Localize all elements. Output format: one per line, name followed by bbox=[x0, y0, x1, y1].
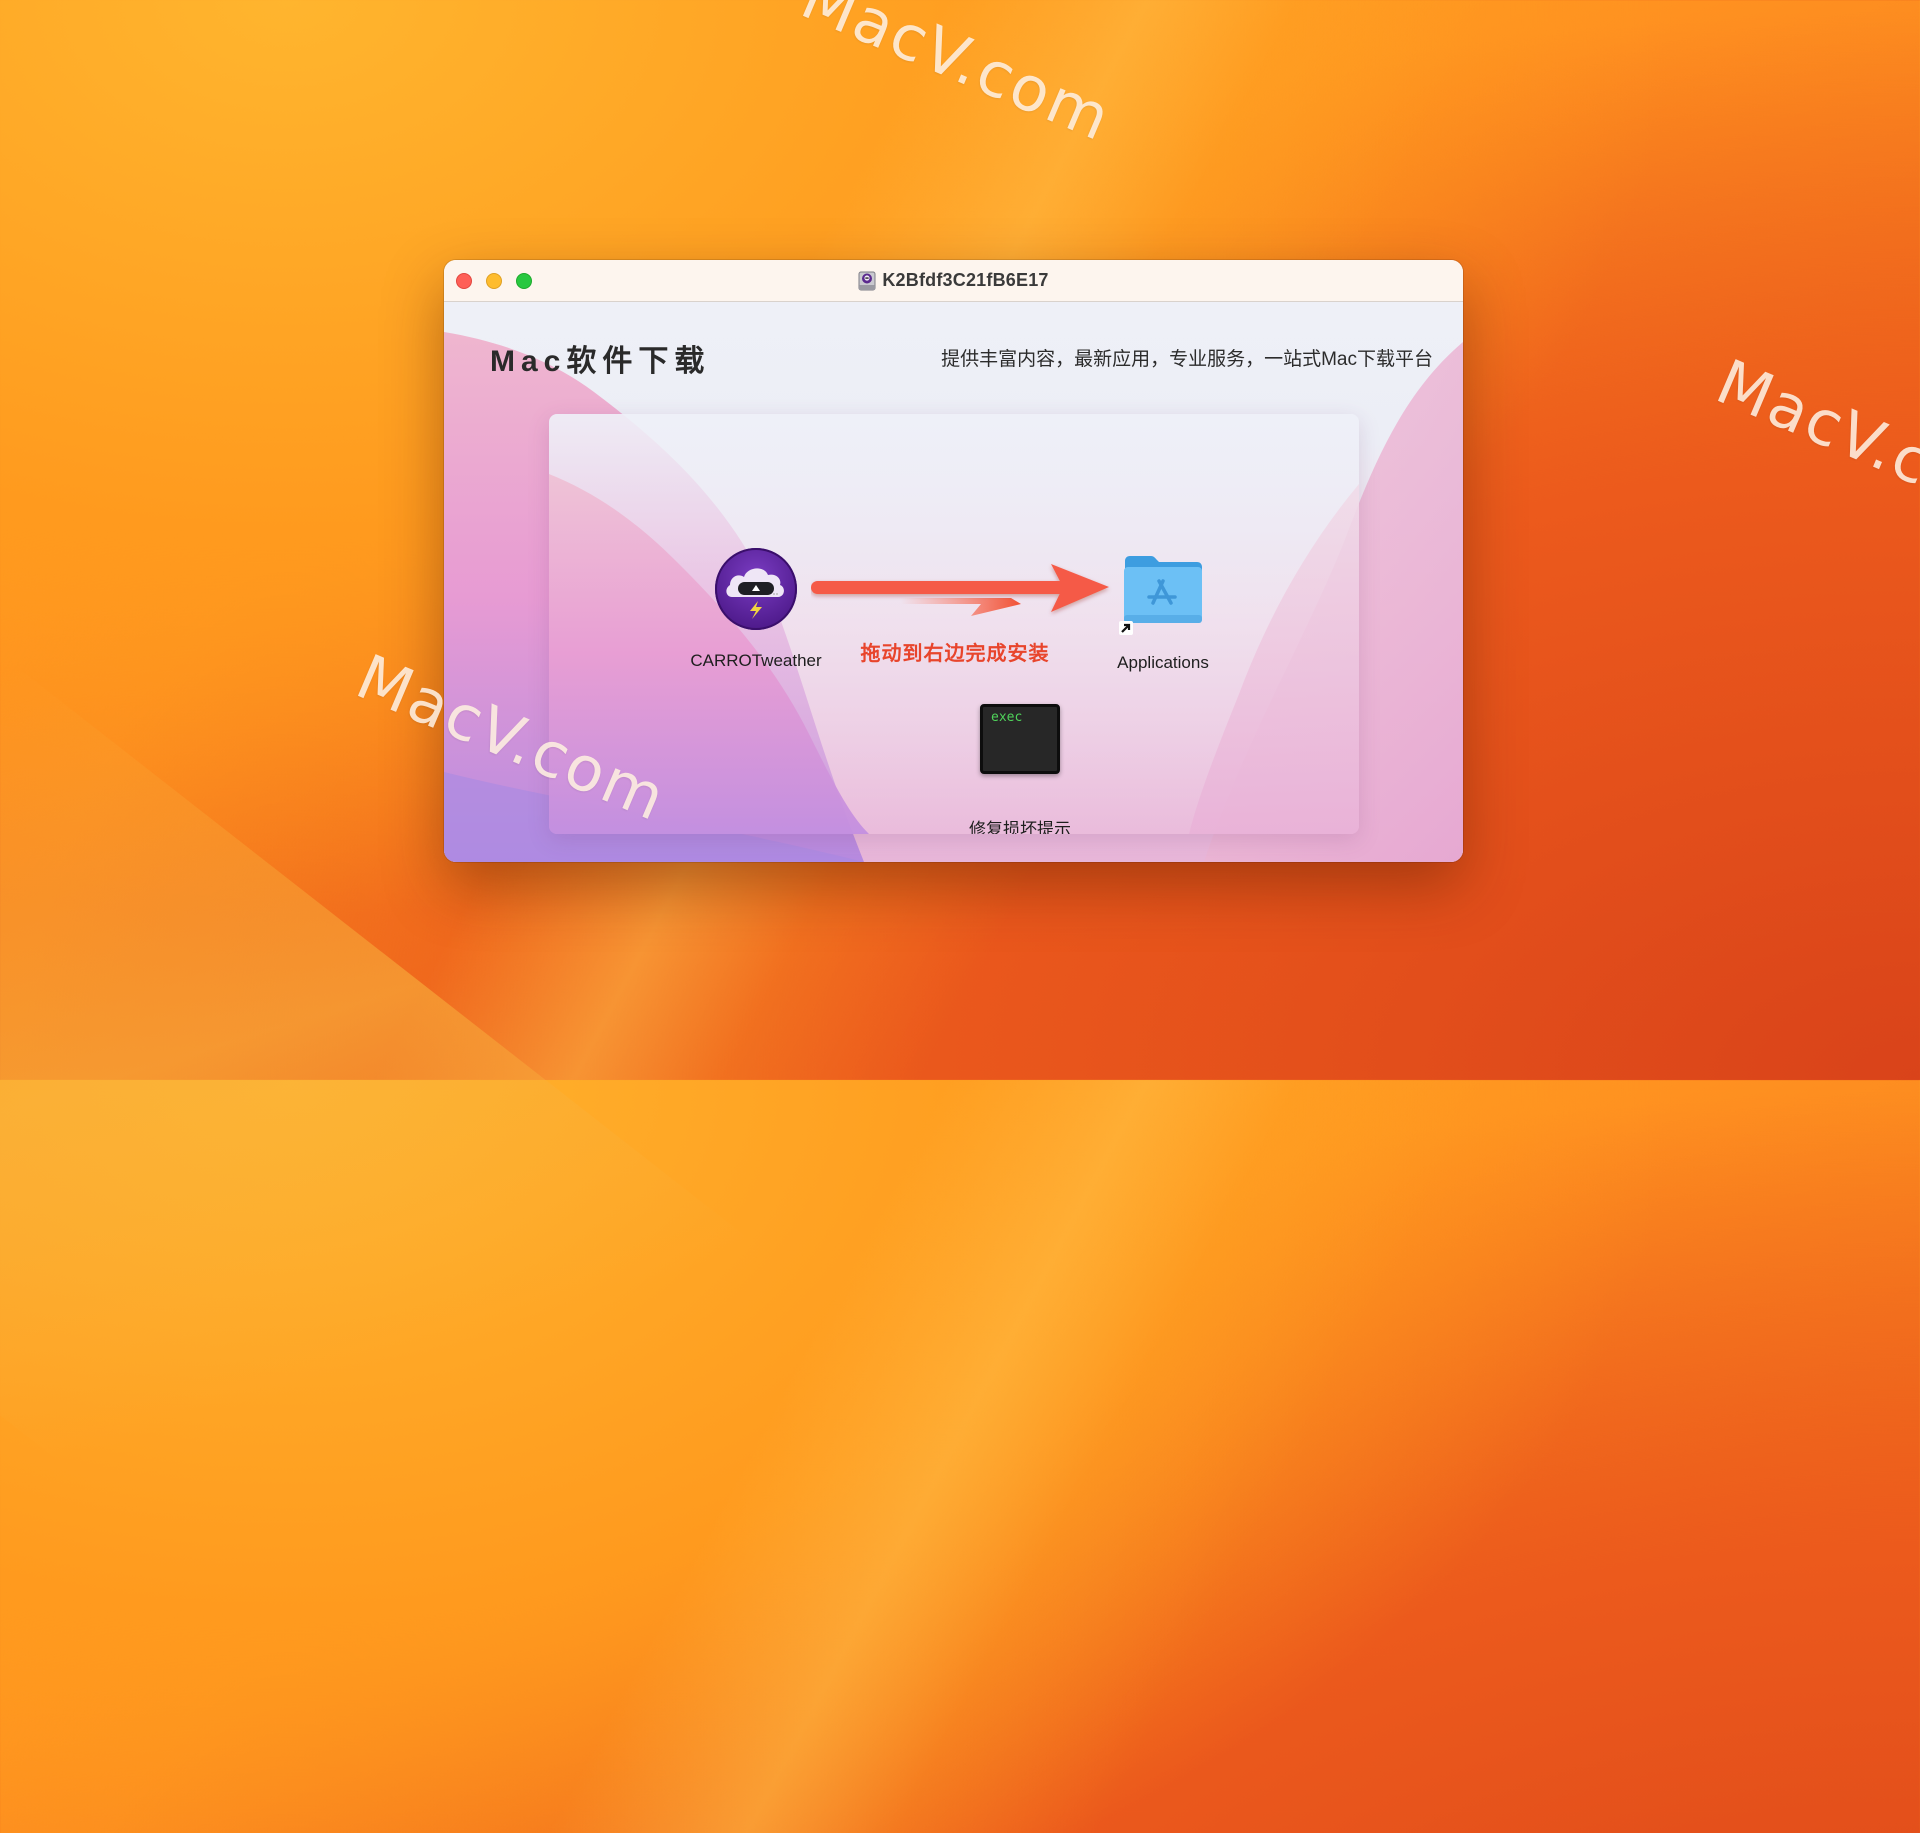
alias-arrow-icon bbox=[1119, 621, 1133, 635]
carrot-weather-icon[interactable] bbox=[714, 547, 798, 631]
install-hint: 拖动到右边完成安装 bbox=[860, 643, 1050, 665]
dmg-background: Mac软件下载 提供丰富内容，最新应用，专业服务，一站式Mac下载平台 CARR… bbox=[444, 302, 1463, 862]
slogan: 提供丰富内容，最新应用，专业服务，一站式Mac下载平台 bbox=[941, 349, 1433, 370]
window-title-group: K2Bfdf3C21fB6E17 bbox=[444, 260, 1463, 301]
applications-label: Applications bbox=[1117, 653, 1209, 672]
drag-arrow-icon bbox=[811, 564, 1109, 616]
app-label: CARROTweather bbox=[690, 651, 822, 670]
exec-label: exec bbox=[991, 710, 1023, 725]
watermark: MacV.com bbox=[791, 0, 1123, 156]
applications-folder-icon[interactable] bbox=[1121, 549, 1205, 633]
repair-label[interactable]: 修复损坏提示 bbox=[969, 815, 1071, 834]
brand-title: Mac软件下载 bbox=[490, 345, 711, 378]
terminal-exec-icon[interactable]: exec bbox=[980, 704, 1060, 774]
install-panel: CARROTweather 拖动到右边完成安装 Applications exe… bbox=[549, 414, 1359, 834]
watermark: MacV.com bbox=[1706, 345, 1920, 541]
title-bar[interactable]: K2Bfdf3C21fB6E17 bbox=[444, 260, 1463, 302]
disk-image-icon bbox=[858, 271, 876, 290]
window-title: K2Bfdf3C21fB6E17 bbox=[882, 270, 1049, 290]
installer-window: K2Bfdf3C21fB6E17 Mac软件下载 提供丰富内容，最新应用，专业服… bbox=[444, 260, 1463, 862]
